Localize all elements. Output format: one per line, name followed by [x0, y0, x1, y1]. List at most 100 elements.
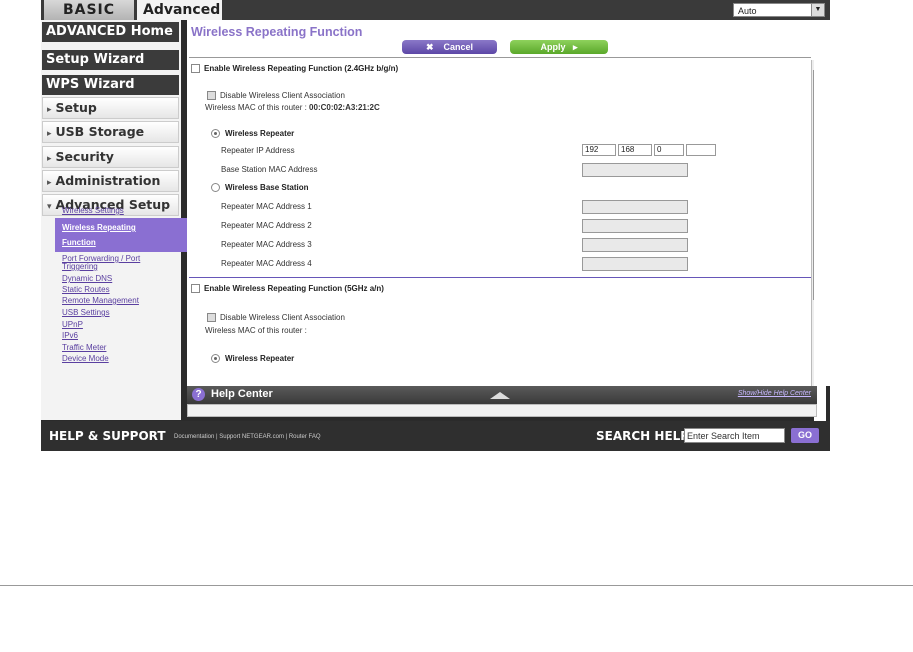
mac-24-label: Wireless MAC of this router :	[205, 103, 307, 112]
main-panel: Wireless Repeating Function ✖ Cancel App…	[187, 20, 830, 386]
sidebar-item-advanced-home[interactable]: ADVANCED Home	[42, 22, 179, 42]
repeater-mac-3-input[interactable]	[582, 238, 688, 252]
repeater-mac-2-label: Repeater MAC Address 2	[221, 221, 312, 230]
enable-24ghz-row[interactable]: Enable Wireless Repeating Function (2.4G…	[191, 64, 399, 74]
caret-right-icon: ▸	[47, 129, 52, 139]
wireless-base-station-row[interactable]: Wireless Base Station	[211, 183, 309, 193]
ip-octet-1-input[interactable]: 192	[582, 144, 616, 156]
repeater-mac-3-label: Repeater MAC Address 3	[221, 240, 312, 249]
submenu-label-line-1: Wireless Repeating	[62, 223, 136, 232]
submenu-port-forwarding-line-2[interactable]: Triggering	[62, 262, 98, 271]
top-tab-bar: BASIC Advanced Auto ▼	[41, 0, 830, 20]
mac-24-value: 00:C0:02:A3:21:2C	[309, 103, 380, 112]
wireless-base-station-label: Wireless Base Station	[225, 183, 309, 192]
apply-button[interactable]: Apply ▸	[510, 40, 608, 54]
disable-client-24-label: Disable Wireless Client Association	[220, 91, 345, 100]
wireless-repeater-5-row[interactable]: Wireless Repeater	[211, 354, 295, 364]
language-select-value: Auto	[738, 6, 757, 16]
disable-client-24-row[interactable]: Disable Wireless Client Association	[207, 91, 345, 101]
ip-octet-4-input[interactable]	[686, 144, 716, 156]
footer-links[interactable]: Documentation | Support NETGEAR.com | Ro…	[174, 434, 321, 440]
submenu-traffic-meter[interactable]: Traffic Meter	[62, 343, 106, 352]
router-admin-window: BASIC Advanced Auto ▼ ADVANCED Home Setu…	[41, 0, 830, 451]
tab-advanced[interactable]: Advanced	[137, 0, 222, 20]
arrow-right-icon: ▸	[573, 42, 578, 52]
disable-client-24-checkbox[interactable]	[207, 91, 216, 101]
sidebar-item-security[interactable]: ▸ Security	[42, 146, 179, 168]
cancel-label: Cancel	[443, 42, 474, 52]
help-icon: ?	[192, 388, 205, 401]
close-icon: ✖	[425, 42, 434, 52]
ip-octet-2-input[interactable]: 168	[618, 144, 652, 156]
base-station-mac-input[interactable]	[582, 163, 688, 177]
repeater-mac-1-input[interactable]	[582, 200, 688, 214]
show-hide-help-link[interactable]: Show/Hide Help Center	[738, 390, 811, 397]
sidebar-item-wps-wizard[interactable]: WPS Wizard	[42, 75, 179, 95]
sidebar-item-setup-wizard[interactable]: Setup Wizard	[42, 50, 179, 70]
page-divider-line	[0, 585, 913, 586]
chevron-down-icon: ▼	[811, 4, 824, 16]
caret-right-icon: ▸	[47, 154, 52, 164]
language-select[interactable]: Auto ▼	[733, 3, 825, 17]
enable-24ghz-label: Enable Wireless Repeating Function (2.4G…	[204, 64, 399, 73]
repeater-mac-2-input[interactable]	[582, 219, 688, 233]
caret-right-icon: ▸	[47, 178, 52, 188]
sidebar-item-label: Setup	[55, 100, 97, 115]
help-center-bar[interactable]: ? Help Center Show/Hide Help Center	[187, 386, 817, 404]
wireless-repeater-5-radio[interactable]	[211, 354, 220, 364]
disable-client-5-label: Disable Wireless Client Association	[220, 313, 345, 322]
sidebar-item-label: USB Storage	[55, 124, 145, 139]
search-help-label: SEARCH HELP	[596, 429, 690, 443]
submenu-dynamic-dns[interactable]: Dynamic DNS	[62, 274, 112, 283]
page-scrollbar[interactable]	[814, 22, 826, 422]
horizontal-scrollbar[interactable]	[187, 404, 817, 417]
go-button[interactable]: GO	[791, 428, 819, 443]
caret-right-icon: ▸	[47, 105, 52, 115]
sidebar-item-setup[interactable]: ▸ Setup	[42, 97, 179, 119]
apply-label: Apply	[540, 42, 566, 52]
submenu-remote-management[interactable]: Remote Management	[62, 296, 139, 305]
footer: HELP & SUPPORT Documentation | Support N…	[41, 421, 830, 451]
submenu-upnp[interactable]: UPnP	[62, 320, 83, 329]
wireless-repeater-radio[interactable]	[211, 129, 220, 139]
disable-client-5-checkbox[interactable]	[207, 313, 216, 323]
cancel-button[interactable]: ✖ Cancel	[402, 40, 497, 54]
enable-5ghz-checkbox[interactable]	[191, 284, 200, 294]
repeater-mac-4-label: Repeater MAC Address 4	[221, 259, 312, 268]
wireless-repeater-5-label: Wireless Repeater	[225, 354, 295, 363]
wireless-repeater-24-row[interactable]: Wireless Repeater	[211, 129, 295, 139]
repeater-mac-1-label: Repeater MAC Address 1	[221, 202, 312, 211]
settings-form: Enable Wireless Repeating Function (2.4G…	[189, 57, 811, 386]
repeater-mac-4-input[interactable]	[582, 257, 688, 271]
mac-5-label: Wireless MAC of this router :	[205, 326, 307, 335]
submenu-device-mode[interactable]: Device Mode	[62, 354, 109, 363]
wireless-base-station-radio[interactable]	[211, 183, 220, 193]
help-support-title: HELP & SUPPORT	[49, 429, 166, 443]
repeater-ip-label: Repeater IP Address	[221, 146, 295, 155]
page-title: Wireless Repeating Function	[191, 25, 363, 39]
disable-client-5-row[interactable]: Disable Wireless Client Association	[207, 313, 345, 323]
help-center-title: Help Center	[211, 388, 273, 400]
submenu-ipv6[interactable]: IPv6	[62, 331, 78, 340]
enable-24ghz-checkbox[interactable]	[191, 64, 200, 74]
enable-5ghz-row[interactable]: Enable Wireless Repeating Function (5GHz…	[191, 284, 384, 294]
submenu-wireless-settings[interactable]: Wireless Settings	[62, 206, 124, 215]
base-station-mac-label: Base Station MAC Address	[221, 165, 318, 174]
sidebar-item-label: Administration	[55, 173, 161, 188]
submenu-static-routes[interactable]: Static Routes	[62, 285, 110, 294]
submenu-label-line-2: Function	[62, 238, 96, 247]
expand-up-icon[interactable]	[490, 392, 510, 399]
ip-octet-3-input[interactable]: 0	[654, 144, 684, 156]
search-input[interactable]	[684, 428, 785, 443]
tab-basic[interactable]: BASIC	[44, 0, 134, 20]
wireless-repeater-label: Wireless Repeater	[225, 129, 295, 138]
sidebar-item-administration[interactable]: ▸ Administration	[42, 170, 179, 192]
sidebar-item-label: Security	[55, 149, 114, 164]
submenu-usb-settings[interactable]: USB Settings	[62, 308, 110, 317]
submenu-wireless-repeating-function[interactable]: Wireless Repeating Function	[55, 218, 199, 252]
enable-5ghz-label: Enable Wireless Repeating Function (5GHz…	[204, 284, 384, 293]
caret-down-icon: ▾	[47, 202, 52, 212]
section-divider	[189, 277, 811, 278]
sidebar-item-usb-storage[interactable]: ▸ USB Storage	[42, 121, 179, 143]
mac-24-row: Wireless MAC of this router : 00:C0:02:A…	[205, 103, 380, 112]
